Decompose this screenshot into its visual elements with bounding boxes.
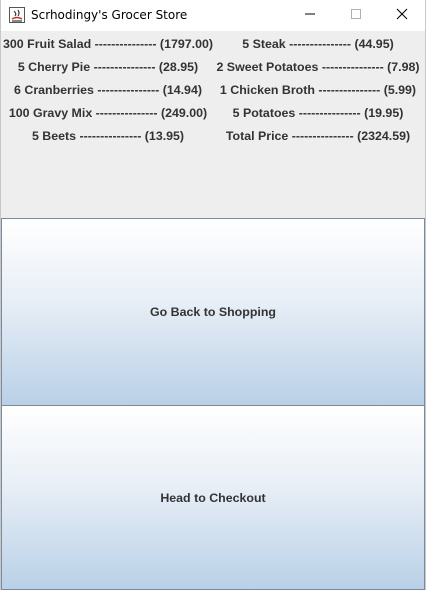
app-window: Scrhodingy's Grocer Store 300 Fruit Sala…	[0, 0, 426, 590]
maximize-button[interactable]	[333, 0, 379, 31]
close-icon	[396, 7, 408, 25]
total-price: Total Price --------------- (2324.59)	[225, 129, 411, 143]
order-line-item: 2 Sweet Potatoes --------------- (7.98)	[216, 60, 420, 74]
title-bar: Scrhodingy's Grocer Store	[1, 0, 425, 31]
order-line-item: 5 Steak --------------- (44.95)	[242, 37, 394, 51]
window-title: Scrhodingy's Grocer Store	[31, 8, 188, 22]
go-back-to-shopping-button[interactable]: Go Back to Shopping	[1, 218, 425, 406]
order-line-item: 100 Gravy Mix --------------- (249.00)	[8, 106, 208, 120]
minimize-button[interactable]	[287, 0, 333, 31]
minimize-icon	[304, 7, 316, 25]
order-summary-panel: 300 Fruit Salad --------------- (1797.00…	[1, 31, 425, 218]
order-line-item: 6 Cranberries --------------- (14.94)	[14, 83, 202, 97]
java-app-icon	[9, 7, 25, 23]
order-line-item: 1 Chicken Broth --------------- (5.99)	[219, 83, 417, 97]
order-line-item: 5 Cherry Pie --------------- (28.95)	[17, 60, 199, 74]
close-button[interactable]	[379, 0, 425, 31]
order-line-item: 5 Potatoes --------------- (19.95)	[232, 106, 404, 120]
head-to-checkout-button[interactable]: Head to Checkout	[1, 405, 425, 590]
order-line-item: 300 Fruit Salad --------------- (1797.00…	[3, 37, 213, 51]
head-to-checkout-label: Head to Checkout	[160, 490, 266, 505]
maximize-icon	[350, 7, 362, 25]
order-line-item: 5 Beets --------------- (13.95)	[31, 129, 185, 143]
go-back-to-shopping-label: Go Back to Shopping	[150, 305, 276, 319]
